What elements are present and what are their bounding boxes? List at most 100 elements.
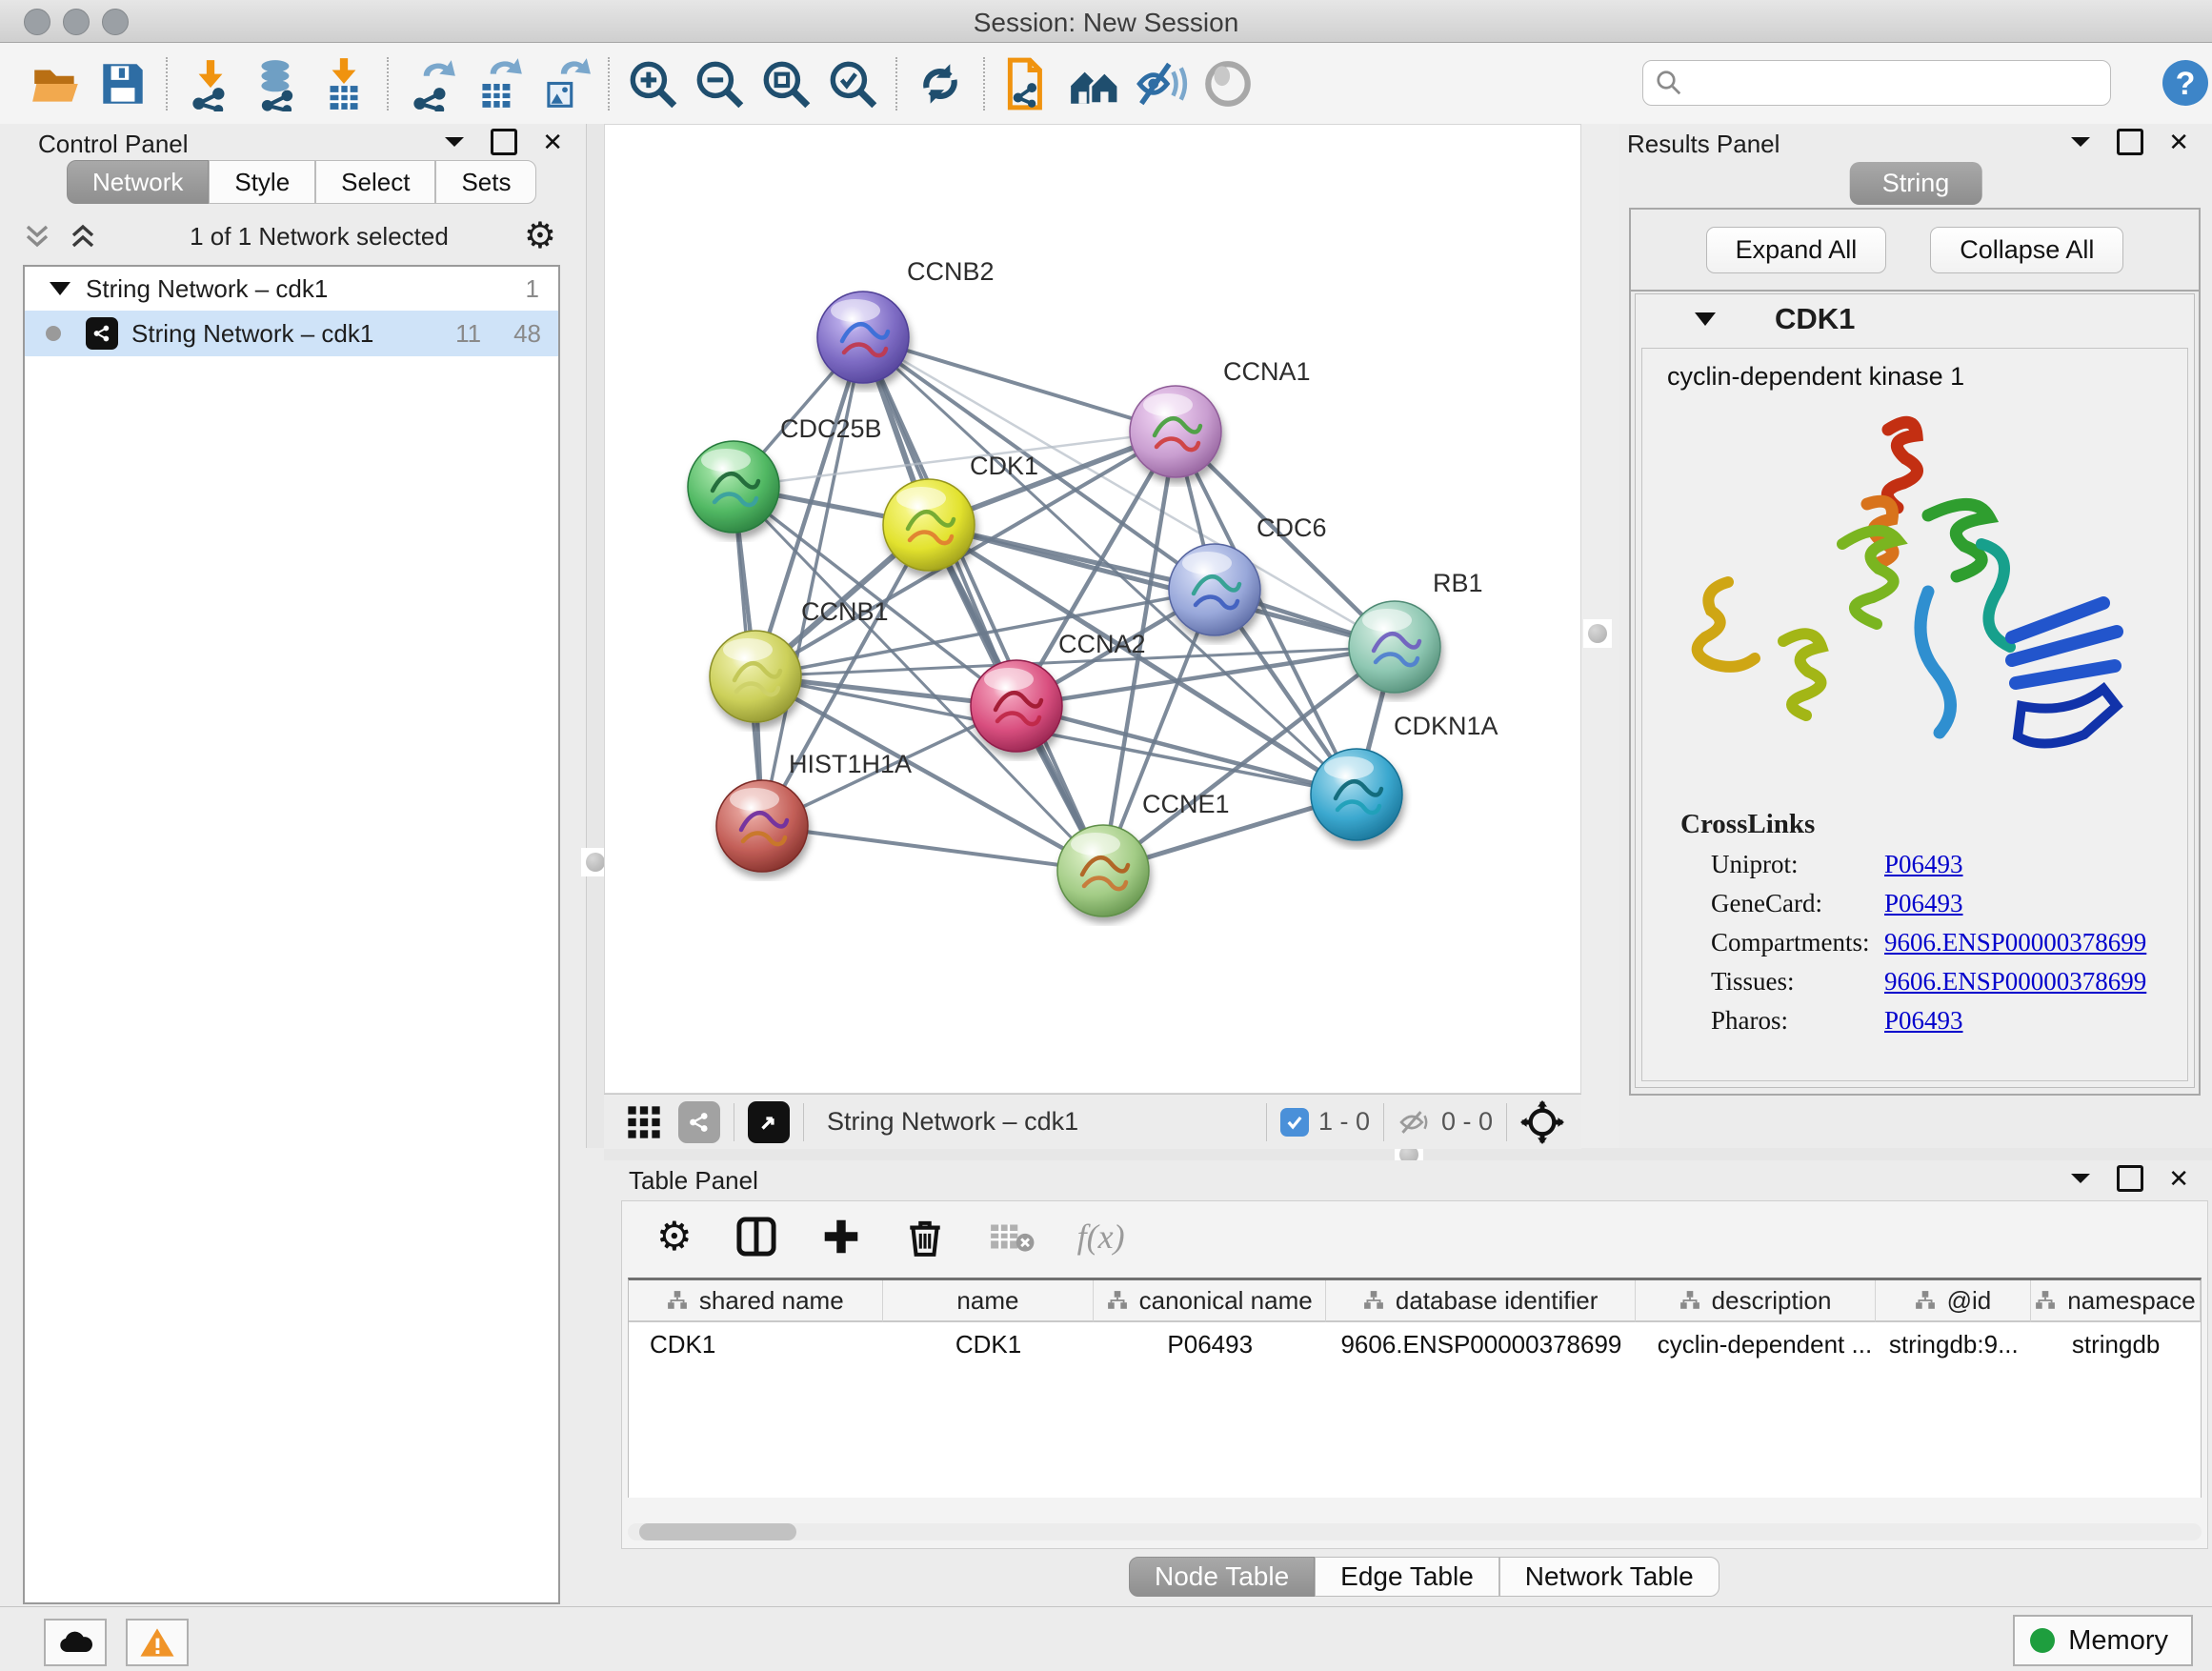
details-expand-icon[interactable]: [1695, 312, 1716, 326]
zoom-out-icon[interactable]: [686, 53, 753, 114]
column-header[interactable]: name: [883, 1280, 1095, 1322]
selected-checkbox-icon[interactable]: [1280, 1108, 1309, 1137]
collection-expand-icon[interactable]: [50, 282, 70, 295]
network-node-CCNA1[interactable]: CCNA1: [1130, 357, 1311, 477]
crosslink-link[interactable]: 9606.ENSP00000378699: [1884, 967, 2146, 997]
export-table-icon[interactable]: [465, 53, 532, 114]
panel-menu-icon[interactable]: [2069, 1171, 2092, 1186]
table-cell[interactable]: CDK1: [883, 1322, 1095, 1366]
delete-column-icon[interactable]: [904, 1216, 946, 1258]
network-options-gear-icon[interactable]: ⚙: [524, 218, 556, 254]
table-cell[interactable]: CDK1: [629, 1322, 883, 1366]
network-node-CDKN1A[interactable]: CDKN1A: [1311, 712, 1498, 840]
help-icon[interactable]: ?: [2159, 56, 2212, 110]
title-bar: Session: New Session: [0, 0, 2212, 43]
selected-counts: 1 - 0: [1318, 1107, 1370, 1137]
network-node-CCNB2[interactable]: CCNB2: [817, 257, 995, 383]
panel-menu-icon[interactable]: [443, 134, 466, 150]
network-edge[interactable]: [863, 337, 1176, 432]
tab-network-table[interactable]: Network Table: [1499, 1557, 1719, 1597]
network-node-HIST1H1A[interactable]: HIST1H1A: [716, 750, 912, 872]
panel-float-icon[interactable]: [491, 129, 517, 155]
network-node-CCNB1[interactable]: CCNB1: [710, 597, 889, 722]
column-header[interactable]: shared name: [629, 1280, 883, 1322]
birds-eye-view-icon[interactable]: [748, 1101, 790, 1143]
open-session-icon[interactable]: [23, 53, 90, 114]
tab-style[interactable]: Style: [209, 160, 315, 204]
tab-network[interactable]: Network: [67, 160, 209, 204]
crosslink-link[interactable]: P06493: [1884, 850, 1963, 879]
network-row-selected[interactable]: String Network – cdk1 11 48: [25, 311, 558, 356]
table-cell[interactable]: stringdb: [2031, 1322, 2201, 1366]
fit-selected-crosshair-icon[interactable]: [1520, 1100, 1564, 1144]
expand-all-networks-icon[interactable]: [69, 221, 97, 252]
node-details-header[interactable]: CDK1: [1636, 294, 2194, 344]
network-node-RB1[interactable]: RB1: [1349, 569, 1483, 693]
table-options-gear-icon[interactable]: ⚙: [656, 1217, 693, 1257]
network-graph[interactable]: CCNB2CCNA1CDC25BCDK1CDC6RB1CCNB1CCNA2CDK…: [605, 125, 1580, 1093]
network-canvas[interactable]: CCNB2CCNA1CDC25BCDK1CDC6RB1CCNB1CCNA2CDK…: [604, 124, 1581, 1094]
show-columns-icon[interactable]: [734, 1215, 778, 1258]
table-cell[interactable]: P06493: [1094, 1322, 1326, 1366]
tab-node-table[interactable]: Node Table: [1129, 1557, 1315, 1597]
memory-button[interactable]: Memory: [2013, 1615, 2193, 1666]
panel-float-icon[interactable]: [2117, 129, 2143, 155]
network-node-CCNE1[interactable]: CCNE1: [1057, 790, 1230, 916]
import-network-database-icon[interactable]: [244, 53, 311, 114]
zoom-in-icon[interactable]: [619, 53, 686, 114]
save-session-icon[interactable]: [90, 53, 156, 114]
panel-close-icon[interactable]: ✕: [2168, 1164, 2189, 1193]
collapse-all-networks-icon[interactable]: [23, 221, 51, 252]
home-icon[interactable]: [1061, 53, 1128, 114]
panel-menu-icon[interactable]: [2069, 134, 2092, 150]
table-cell[interactable]: cyclin-dependent ...: [1637, 1322, 1877, 1366]
import-table-file-icon[interactable]: [311, 53, 377, 114]
column-header[interactable]: @id: [1876, 1280, 2031, 1322]
crosslink-link[interactable]: P06493: [1884, 1006, 1963, 1036]
tab-sets[interactable]: Sets: [435, 160, 536, 204]
grid-view-icon[interactable]: [625, 1103, 663, 1141]
tab-edge-table[interactable]: Edge Table: [1315, 1557, 1499, 1597]
scrollbar-thumb[interactable]: [639, 1523, 796, 1540]
panel-close-icon[interactable]: ✕: [2168, 128, 2189, 156]
warning-status-icon[interactable]: [126, 1619, 189, 1666]
table-horizontal-scrollbar[interactable]: [628, 1523, 2202, 1540]
right-splitter-handle[interactable]: [1583, 619, 1612, 648]
column-header[interactable]: description: [1636, 1280, 1876, 1322]
cloud-status-icon[interactable]: [44, 1619, 107, 1666]
network-node-CDC25B[interactable]: CDC25B: [688, 414, 882, 533]
table-cell[interactable]: stringdb:9...: [1876, 1322, 2031, 1366]
import-network-file-icon[interactable]: [177, 53, 244, 114]
hide-graphics-details-icon[interactable]: [1128, 53, 1195, 114]
collapse-all-button[interactable]: Collapse All: [1930, 227, 2123, 273]
tab-select[interactable]: Select: [315, 160, 435, 204]
apply-layout-icon[interactable]: [907, 53, 974, 114]
table-row[interactable]: CDK1 CDK1 P06493 9606.ENSP00000378699 cy…: [629, 1322, 2201, 1366]
table-cell[interactable]: 9606.ENSP00000378699: [1326, 1322, 1637, 1366]
export-image-icon[interactable]: [532, 53, 598, 114]
export-network-icon[interactable]: [398, 53, 465, 114]
crosslink-link[interactable]: P06493: [1884, 889, 1963, 918]
search-input[interactable]: [1683, 68, 2087, 99]
panel-close-icon[interactable]: ✕: [542, 128, 563, 156]
column-header[interactable]: namespace: [2031, 1280, 2201, 1322]
horizontal-splitter[interactable]: [604, 1148, 2212, 1160]
zoom-fit-icon[interactable]: [753, 53, 819, 114]
expand-all-button[interactable]: Expand All: [1706, 227, 1887, 273]
toolbar-search-field[interactable]: [1642, 60, 2111, 106]
network-from-selection-icon[interactable]: [995, 53, 1061, 114]
crosslink-link[interactable]: 9606.ENSP00000378699: [1884, 928, 2146, 957]
network-edge[interactable]: [929, 525, 1395, 647]
left-splitter[interactable]: [586, 124, 605, 1148]
right-splitter[interactable]: [1581, 124, 1623, 1148]
tab-string[interactable]: String: [1850, 162, 1982, 205]
column-header[interactable]: canonical name: [1094, 1280, 1326, 1322]
network-edge[interactable]: [762, 826, 1103, 871]
add-column-icon[interactable]: [820, 1216, 862, 1258]
panel-float-icon[interactable]: [2117, 1165, 2143, 1192]
network-edge[interactable]: [863, 337, 1103, 871]
zoom-selected-icon[interactable]: [819, 53, 886, 114]
network-collection-row[interactable]: String Network – cdk1 1: [25, 267, 558, 311]
network-view-icon[interactable]: [678, 1101, 720, 1143]
column-header[interactable]: database identifier: [1326, 1280, 1636, 1322]
